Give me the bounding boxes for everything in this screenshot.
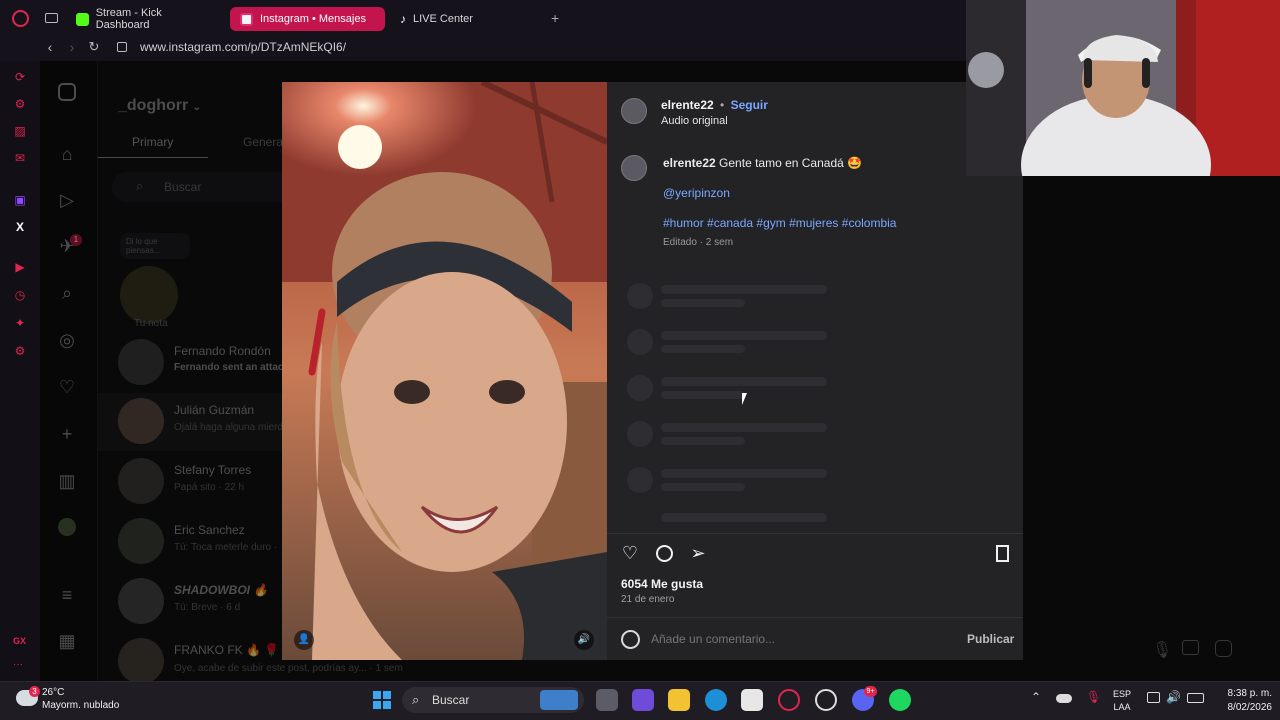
save-bookmark-icon[interactable] — [991, 542, 1013, 564]
tab-label: LIVE Center — [413, 13, 473, 25]
file-explorer-icon[interactable] — [668, 689, 690, 711]
task-view-icon[interactable] — [596, 689, 618, 711]
gx-mail-icon[interactable]: ✉ — [12, 150, 28, 166]
settings-icon[interactable]: ⚙ — [12, 343, 28, 359]
gx-cleaner-icon[interactable]: ▨ — [12, 123, 28, 139]
speed-dial-icon[interactable]: ⟳ — [12, 69, 28, 85]
player-icon[interactable]: ▶ — [12, 259, 28, 275]
chatgpt-icon[interactable] — [815, 689, 837, 711]
user-tag-icon[interactable]: 👤 — [294, 630, 314, 650]
microphone-tray-icon[interactable]: 🎙 — [1086, 690, 1101, 704]
post-date: 21 de enero — [621, 594, 675, 605]
tab-label: Instagram • Mensajes — [260, 13, 366, 25]
clock[interactable]: 8:38 p. m. 8/02/2026 — [1212, 687, 1273, 715]
follow-button[interactable]: Seguir — [731, 98, 768, 112]
lock-icon — [117, 42, 127, 52]
new-tab-button[interactable]: + — [551, 10, 559, 26]
weather-widget[interactable]: 3 26°C Mayorm. nublado — [14, 686, 134, 716]
network-icon[interactable] — [1147, 692, 1160, 703]
clock-time: 8:38 p. m. — [1227, 688, 1272, 699]
more-icon[interactable]: ··· — [13, 659, 23, 670]
hashtags[interactable]: #humor #canada #gym #mujeres #colombia — [663, 216, 896, 230]
back-button[interactable]: ‹ — [41, 39, 59, 55]
instagram-icon — [240, 12, 253, 26]
reel-video[interactable]: 👤 🔊 — [282, 82, 607, 660]
post-header: elrente22 • Seguir Audio original — [607, 82, 1023, 140]
opera-sidebar: ⟳ ⚙ ▨ ✉ ▣ X ▶ ◷ ✦ ⚙ GX ··· — [0, 61, 40, 681]
volume-tray-icon[interactable]: 🔊 — [1166, 690, 1181, 704]
onedrive-icon[interactable] — [1056, 694, 1072, 703]
discord-badge: 9+ — [864, 686, 877, 697]
author-line: elrente22 • Seguir — [661, 98, 768, 112]
webcam-feed — [966, 0, 1280, 176]
likes-count[interactable]: 6054 Me gusta — [621, 577, 703, 591]
language-indicator[interactable]: ESP LAA — [1113, 688, 1131, 714]
gx-label[interactable]: GX — [13, 636, 26, 646]
lang-top: ESP — [1113, 689, 1132, 699]
kick-icon — [76, 12, 89, 26]
gx-control-icon[interactable]: ⚙ — [12, 96, 28, 112]
audio-label[interactable]: Audio original — [661, 115, 728, 127]
mouse-cursor — [742, 393, 747, 405]
opera-gx-logo[interactable] — [12, 10, 29, 27]
twitch-icon[interactable]: ▣ — [12, 192, 28, 208]
search-icon: ⌕ — [412, 692, 420, 707]
copilot-icon[interactable] — [632, 689, 654, 711]
caption-text: Gente tamo en Canadá 🤩 — [719, 156, 863, 170]
caption-meta: Editado · 2 sem — [663, 237, 734, 248]
edge-icon[interactable] — [705, 689, 727, 711]
tab-manager-icon[interactable] — [45, 13, 58, 23]
author-avatar[interactable] — [621, 98, 647, 124]
taskbar-search[interactable]: ⌕ Buscar — [402, 687, 584, 713]
tab-instagram-mensajes[interactable]: Instagram • Mensajes — [230, 7, 385, 31]
caption: elrente22 Gente tamo en Canadá 🤩 — [663, 156, 862, 170]
caption-avatar[interactable] — [621, 155, 647, 181]
comment-icon[interactable] — [653, 542, 675, 564]
reload-button[interactable]: ↻ — [85, 39, 103, 55]
history-icon[interactable]: ◷ — [12, 287, 28, 303]
url-field[interactable]: www.instagram.com/p/DTzAmNEkQI6/ — [140, 40, 346, 54]
spotify-icon[interactable] — [889, 689, 911, 711]
weather-desc: Mayorm. nublado — [42, 700, 120, 711]
weather-badge: 3 — [29, 686, 40, 697]
windows-start-icon[interactable] — [371, 689, 393, 711]
emoji-icon[interactable] — [621, 630, 640, 649]
publish-button[interactable]: Publicar — [967, 632, 1014, 646]
windows-logo — [373, 691, 391, 709]
comment-divider — [607, 617, 1023, 618]
battery-icon[interactable] — [1187, 693, 1204, 703]
lang-bottom: LAA — [1113, 702, 1131, 712]
separator-dot: • — [720, 98, 725, 112]
microsoft-store-icon[interactable] — [741, 689, 763, 711]
actions-divider — [607, 533, 1023, 534]
video-frame-illustration — [282, 82, 607, 660]
comment-input[interactable] — [651, 627, 951, 651]
like-heart-icon[interactable]: ♡ — [619, 542, 641, 564]
tab-live-center[interactable]: ♪ LIVE Center — [390, 7, 540, 31]
extensions-icon[interactable]: ✦ — [12, 315, 28, 331]
author-name[interactable]: elrente22 — [661, 98, 714, 112]
tiktok-icon: ♪ — [400, 12, 406, 26]
post-details-panel: elrente22 • Seguir Audio original elrent… — [607, 82, 1023, 660]
tab-kick-dashboard[interactable]: Stream - Kick Dashboard — [66, 7, 226, 31]
chevron-up-icon[interactable]: ⌃ — [1031, 690, 1041, 704]
taskbar-search-label: Buscar — [432, 693, 470, 707]
forward-button[interactable]: › — [63, 39, 81, 55]
volume-icon[interactable]: 🔊 — [574, 630, 594, 650]
mention-link[interactable]: @yeripinzon — [663, 186, 730, 200]
webcam-overlay — [966, 0, 1280, 176]
search-highlight-icon — [540, 690, 578, 710]
clock-date: 8/02/2026 — [1227, 702, 1273, 713]
opera-gx-taskbar-icon[interactable] — [778, 689, 800, 711]
share-icon[interactable]: ➢ — [687, 542, 709, 564]
x-icon[interactable]: X — [12, 219, 28, 235]
comments-skeleton — [607, 277, 1023, 527]
weather-temp: 26°C — [42, 687, 65, 698]
caption-author[interactable]: elrente22 — [663, 156, 716, 170]
tab-label: Stream - Kick Dashboard — [95, 7, 162, 31]
